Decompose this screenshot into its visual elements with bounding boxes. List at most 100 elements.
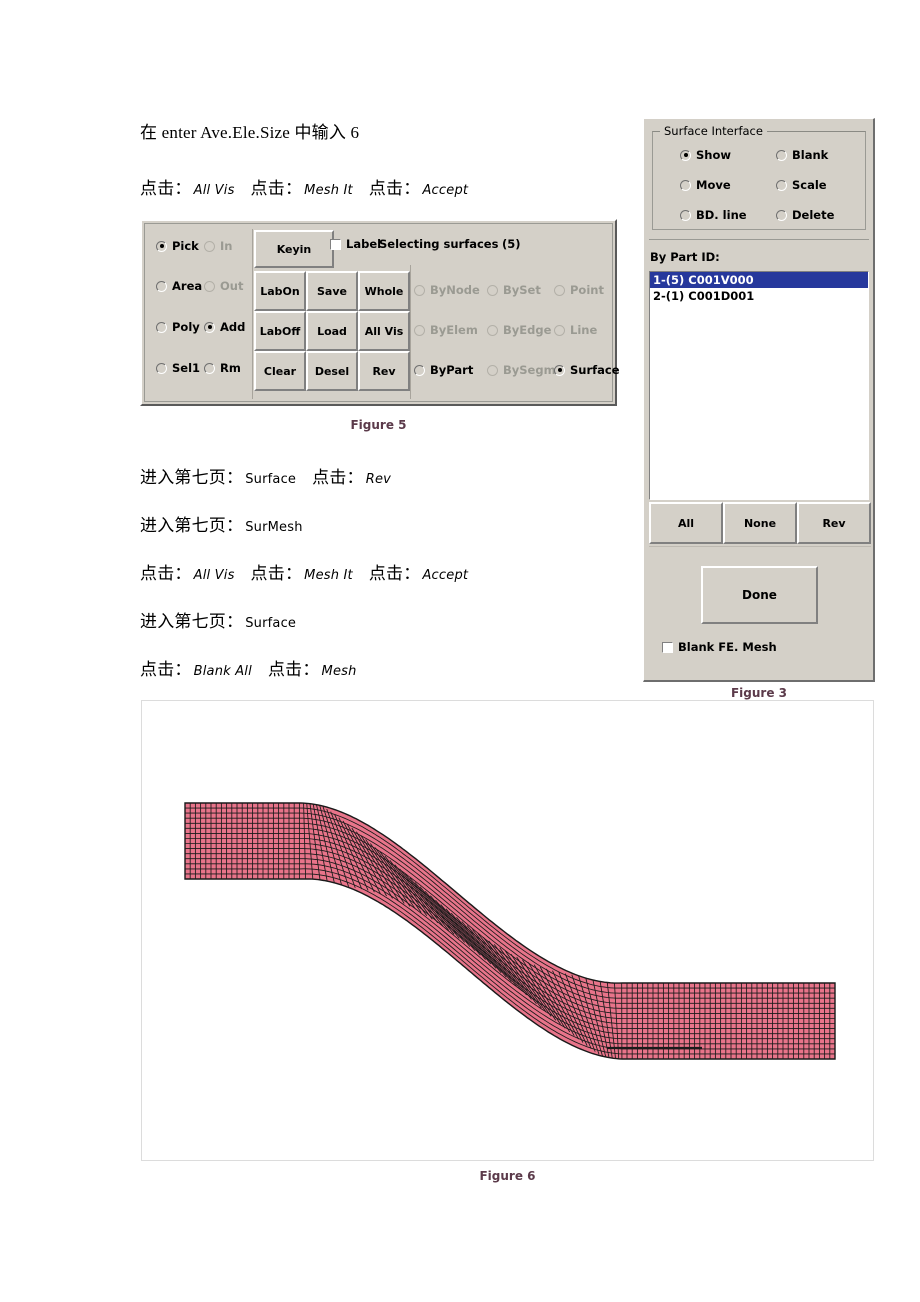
radio-label: Delete [792, 208, 835, 222]
done-button[interactable]: Done [701, 566, 818, 624]
radio-dot-icon [204, 362, 215, 374]
clear-button[interactable]: Clear [254, 351, 306, 391]
radio-label: Pick [172, 239, 199, 253]
status-count: (5) [502, 237, 521, 251]
text-run: 进入第七页： [140, 612, 244, 632]
radio-label: ByNode [430, 283, 480, 297]
done-label: Done [742, 588, 777, 602]
figure5-caption: Figure 5 [350, 418, 407, 432]
button-label: Load [317, 324, 347, 338]
label-checkbox-text: Label [346, 237, 382, 251]
radio-dot-icon [204, 240, 215, 252]
radio-label: ByEdge [503, 323, 552, 337]
select-none-button[interactable]: None [723, 502, 797, 544]
list-item[interactable]: 2-(1) C001D001 [650, 288, 868, 304]
radio-label: Line [570, 323, 598, 337]
text-run: 6 [346, 123, 360, 142]
radio-move[interactable]: Move [680, 178, 731, 192]
button-label: Clear [263, 364, 297, 378]
radio-dot-icon [156, 321, 167, 333]
radio-dot-icon [776, 209, 787, 221]
figure5-selection-dialog: Pick Area Poly Sel1 In Out Add Rm Keyin … [140, 219, 620, 406]
blank-fe-mesh-label: Blank FE. Mesh [678, 640, 777, 654]
instruction-line-6: 进入第七页： Surface [140, 607, 298, 632]
radio-dot-icon [776, 179, 787, 191]
radio-blank[interactable]: Blank [776, 148, 828, 162]
load-button[interactable]: Load [306, 311, 358, 351]
save-button[interactable]: Save [306, 271, 358, 311]
instruction-line-7: 点击： Blank All 点击： Mesh [140, 655, 359, 680]
radio-label: ByPart [430, 363, 474, 377]
radio-label: BD. line [696, 208, 747, 222]
select-rev-button[interactable]: Rev [797, 502, 871, 544]
text-run: enter Ave.Ele.Size [157, 123, 295, 142]
radio-bd-line[interactable]: BD. line [680, 208, 747, 222]
checkbox-icon [330, 238, 341, 250]
radio-sel1[interactable]: Sel1 [156, 361, 200, 375]
radio-label: Surface [570, 363, 620, 377]
separator [649, 239, 869, 240]
radio-bypart[interactable]: ByPart [414, 363, 473, 377]
part-id-listbox[interactable]: 1-(5) C001V000 2-(1) C001D001 [649, 271, 869, 500]
instruction-line-3: 进入第七页： Surface 点击： Rev [140, 463, 393, 488]
radio-point: Point [554, 283, 604, 297]
keyin-button[interactable]: Keyin [254, 230, 334, 268]
whole-button[interactable]: Whole [358, 271, 410, 311]
allvis-button[interactable]: All Vis [358, 311, 410, 351]
button-label: Rev [822, 516, 846, 530]
ui-term: All Vis [193, 183, 235, 198]
radio-scale[interactable]: Scale [776, 178, 827, 192]
radio-delete[interactable]: Delete [776, 208, 834, 222]
radio-label: Show [696, 148, 731, 162]
instruction-line-2: 点击： All Vis 点击： Mesh It 点击： Accept [140, 174, 470, 199]
radio-label: Move [696, 178, 731, 192]
text-run: 进入第七页： [140, 516, 244, 536]
radio-poly[interactable]: Poly [156, 320, 200, 334]
radio-label: ByElem [430, 323, 478, 337]
radio-surface[interactable]: Surface [554, 363, 620, 377]
figure3-surface-interface-dialog: Surface Interface Show Blank Move Scale … [643, 118, 875, 682]
radio-dot-icon [554, 364, 565, 376]
text-run: 点击： [312, 468, 364, 488]
desel-button[interactable]: Desel [306, 351, 358, 391]
radio-dot-icon [554, 284, 565, 296]
radio-label: Out [220, 279, 244, 293]
list-item[interactable]: 1-(5) C001V000 [650, 272, 868, 288]
radio-in: In [204, 239, 232, 253]
select-all-button[interactable]: All [649, 502, 723, 544]
blank-fe-mesh-checkbox[interactable]: Blank FE. Mesh [662, 640, 777, 654]
ui-term: Blank All [193, 664, 252, 679]
instruction-line-5: 点击： All Vis 点击： Mesh It 点击： Accept [140, 559, 470, 584]
laboff-button[interactable]: LabOff [254, 311, 306, 351]
radio-add[interactable]: Add [204, 320, 245, 334]
radio-dot-icon [156, 280, 167, 292]
by-part-id-label: By Part ID: [650, 250, 720, 264]
radio-dot-icon [680, 179, 691, 191]
rev-button[interactable]: Rev [358, 351, 410, 391]
label-checkbox[interactable]: Label [330, 237, 381, 251]
radio-dot-icon [414, 324, 425, 336]
labon-button[interactable]: LabOn [254, 271, 306, 311]
ui-term: Accept [422, 183, 469, 198]
ui-term: Mesh It [304, 568, 353, 583]
radio-show[interactable]: Show [680, 148, 731, 162]
radio-rm[interactable]: Rm [204, 361, 241, 375]
figure6-caption: Figure 6 [479, 1169, 536, 1183]
radio-dot-icon [554, 324, 565, 336]
button-label: Whole [364, 284, 404, 298]
radio-out: Out [204, 279, 243, 293]
text-run: 点击： [368, 179, 421, 199]
ui-term: SurMesh [245, 520, 303, 535]
radio-label: BySet [503, 283, 541, 297]
radio-label: Area [172, 279, 203, 293]
radio-dot-icon [204, 321, 215, 333]
radio-dot-icon [680, 209, 691, 221]
button-label: LabOff [259, 324, 301, 338]
button-label: LabOn [260, 284, 300, 298]
radio-area[interactable]: Area [156, 279, 202, 293]
radio-pick[interactable]: Pick [156, 239, 199, 253]
radio-label: BySegm [503, 363, 556, 377]
text-run: 点击： [140, 660, 192, 680]
radio-dot-icon [776, 149, 787, 161]
radio-dot-icon [487, 364, 498, 376]
